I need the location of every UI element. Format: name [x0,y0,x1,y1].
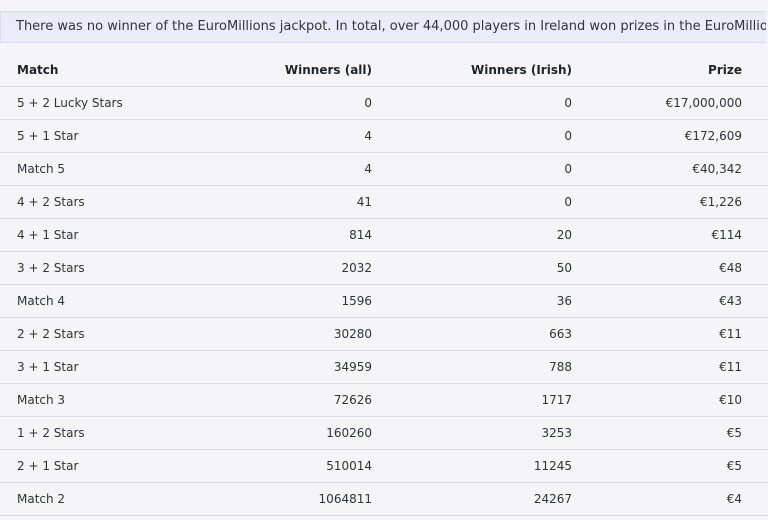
prize-cell: €4 [572,482,768,516]
table-row: 3 + 2 Stars 2032 50 €48 [0,251,768,285]
winners-all-cell: 4 [212,119,372,153]
winners-all-cell: 1064811 [212,482,372,516]
table-row: 2 + 2 Stars 30280 663 €11 [0,317,768,351]
winners-irish-cell: 20 [372,218,572,252]
table-row: 1 + 2 Stars 160260 3253 €5 [0,416,768,450]
match-cell: 5 + 2 Lucky Stars [0,86,212,120]
match-cell: 1 + 2 Stars [0,416,212,450]
prize-cell: €1,226 [572,185,768,219]
column-header-winners-irish: Winners (Irish) [372,53,572,87]
column-header-prize: Prize [572,53,768,87]
winners-irish-cell: 0 [372,185,572,219]
prize-cell: €172,609 [572,119,768,153]
winners-irish-cell: 0 [372,119,572,153]
match-cell: Match 5 [0,152,212,186]
winners-all-cell: 2032 [212,251,372,285]
prize-cell: €5 [572,416,768,450]
prize-cell: €11 [572,317,768,351]
match-cell: 4 + 1 Star [0,218,212,252]
table-row: 4 + 1 Star 814 20 €114 [0,218,768,252]
table-row: Match 4 1596 36 €43 [0,284,768,318]
winners-all-cell: 510014 [212,449,372,483]
table-row: Match 2 1064811 24267 €4 [0,482,768,516]
prize-cell: €43 [572,284,768,318]
table-row: Match 5 4 0 €40,342 [0,152,768,186]
prize-cell: €10 [572,383,768,417]
winners-irish-cell: 3253 [372,416,572,450]
winners-irish-cell: 0 [372,152,572,186]
winners-all-cell: 72626 [212,383,372,417]
winners-all-cell: 30280 [212,317,372,351]
winners-all-cell: 41 [212,185,372,219]
results-summary-banner: There was no winner of the EuroMillions … [0,11,766,43]
table-row: 4 + 2 Stars 41 0 €1,226 [0,185,768,219]
results-summary-text: There was no winner of the EuroMillions … [16,19,766,34]
prize-cell: €48 [572,251,768,285]
winners-all-cell: 1596 [212,284,372,318]
winners-all-cell: 34959 [212,350,372,384]
column-header-winners-all: Winners (all) [212,53,372,87]
table-header-row: Match Winners (all) Winners (Irish) Priz… [0,53,768,87]
winners-irish-cell: 0 [372,86,572,120]
match-cell: Match 2 [0,482,212,516]
winners-all-cell: 814 [212,218,372,252]
match-cell: 2 + 2 Stars [0,317,212,351]
prize-cell: €11 [572,350,768,384]
match-cell: 3 + 1 Star [0,350,212,384]
match-cell: 5 + 1 Star [0,119,212,153]
prize-cell: €40,342 [572,152,768,186]
winners-irish-cell: 788 [372,350,572,384]
winners-irish-cell: 24267 [372,482,572,516]
prize-cell: €17,000,000 [572,86,768,120]
winners-irish-cell: 11245 [372,449,572,483]
table-row: 5 + 1 Star 4 0 €172,609 [0,119,768,153]
match-cell: Match 4 [0,284,212,318]
winners-all-cell: 0 [212,86,372,120]
winners-irish-cell: 36 [372,284,572,318]
prize-cell: €5 [572,449,768,483]
winners-irish-cell: 1717 [372,383,572,417]
table-row: 2 + 1 Star 510014 11245 €5 [0,449,768,483]
column-header-match: Match [0,53,212,87]
prize-cell: €114 [572,218,768,252]
table-row: 3 + 1 Star 34959 788 €11 [0,350,768,384]
winners-irish-cell: 663 [372,317,572,351]
winners-all-cell: 160260 [212,416,372,450]
match-cell: Match 3 [0,383,212,417]
match-cell: 2 + 1 Star [0,449,212,483]
prize-breakdown-table: Match Winners (all) Winners (Irish) Priz… [0,53,768,516]
table-row: 5 + 2 Lucky Stars 0 0 €17,000,000 [0,86,768,120]
match-cell: 3 + 2 Stars [0,251,212,285]
winners-irish-cell: 50 [372,251,572,285]
winners-all-cell: 4 [212,152,372,186]
table-row: Match 3 72626 1717 €10 [0,383,768,417]
match-cell: 4 + 2 Stars [0,185,212,219]
